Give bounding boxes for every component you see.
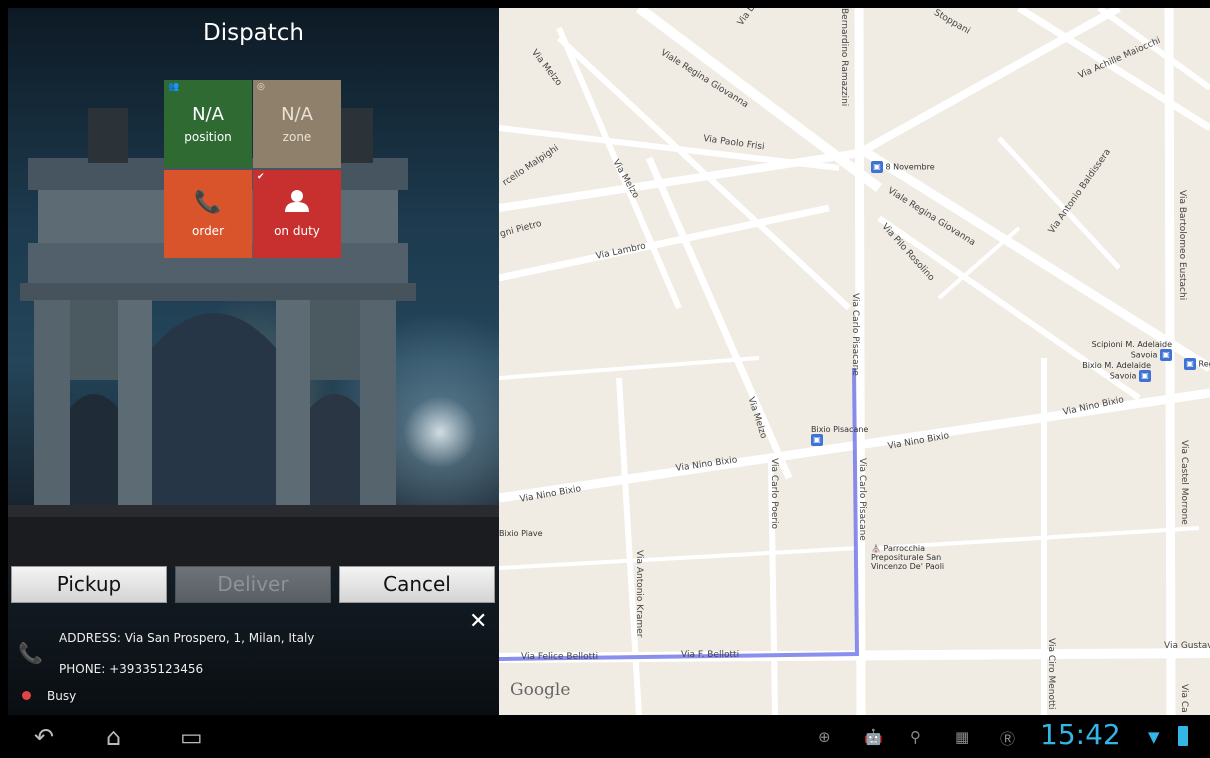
position-label: position [184, 130, 232, 144]
phone-call-icon: 📞 [18, 641, 43, 665]
poi-label: Bixio Pisacane [811, 425, 869, 434]
address-text: ADDRESS: Via San Prospero, 1, Milan, Ita… [59, 631, 315, 645]
order-label: order [192, 224, 224, 238]
recent-apps-icon[interactable]: ▭ [180, 723, 203, 751]
street-label: Via Carlo Pisacane [857, 458, 867, 541]
sd-card-icon: ▦ [955, 728, 970, 746]
location-icon: ⊕ [818, 728, 831, 746]
dispatch-panel: Dispatch 👥 N/A position ◎ N/A zone 📞 ord… [8, 8, 499, 715]
street-label: Via Ca [1179, 684, 1189, 713]
cancel-button[interactable]: Cancel [339, 566, 495, 603]
status-dot-icon [22, 691, 31, 700]
place-label: Bixio Piave [499, 529, 543, 538]
bus-stop-icon: ▣ [811, 434, 823, 446]
on-duty-tile[interactable]: ✔ on duty [253, 170, 341, 258]
clock[interactable]: 15:42 [1040, 718, 1121, 751]
street-label: Via Carlo Pisacane [850, 293, 860, 376]
route-line [499, 367, 860, 661]
poi-label: Parrocchia Prepositurale San Vincenzo De… [871, 544, 945, 571]
android-debug-icon: 🤖 [864, 728, 883, 746]
poi-label: Reg. Adel [1198, 359, 1210, 369]
position-tile[interactable]: 👥 N/A position [164, 80, 252, 168]
deliver-button[interactable]: Deliver [175, 566, 331, 603]
usb-icon: ⚲ [910, 728, 921, 746]
map-view[interactable]: Via Le Stoppani Bernardino Ramazzini Via… [499, 8, 1210, 715]
street-label: Via Ciro Menotti [1046, 638, 1056, 710]
screen: Dispatch 👥 N/A position ◎ N/A zone 📞 ord… [8, 8, 1210, 715]
bus-stop-poi[interactable]: Scipioni M. Adelaide Savoia ▣ [1074, 340, 1172, 361]
bus-stop-poi[interactable]: ▣ 8 Novembre [871, 161, 935, 173]
street-label: Bernardino Ramazzini [839, 8, 849, 107]
bus-stop-icon: ▣ [1184, 358, 1196, 370]
bus-stop-poi[interactable]: ▣ Reg. Adel [1184, 358, 1210, 370]
street-label: Via Gustavo [1164, 641, 1210, 651]
zone-label: zone [282, 130, 312, 144]
back-icon[interactable]: ↶ [34, 723, 54, 751]
battery-icon [1178, 726, 1188, 746]
church-poi[interactable]: ⛪ Parrocchia Prepositurale San Vincenzo … [871, 544, 971, 571]
position-value: N/A [192, 104, 224, 125]
bus-stop-poi[interactable]: Bixio M. Adelaide Savoia ▣ [1059, 361, 1151, 382]
poi-label: 8 Novembre [885, 162, 935, 172]
status-text: Busy [47, 689, 77, 703]
app-r-icon: Ⓡ [1000, 730, 1016, 748]
phone-text: PHONE: +39335123456 [59, 662, 204, 676]
zone-tile[interactable]: ◎ N/A zone [253, 80, 341, 168]
on-duty-label: on duty [274, 224, 320, 238]
users-icon: 👥 [168, 82, 180, 92]
pickup-button[interactable]: Pickup [11, 566, 167, 603]
street-label: Via Carlo Poerio [769, 458, 779, 530]
order-tile[interactable]: 📞 order [164, 170, 252, 258]
bus-stop-icon: ▣ [871, 161, 883, 173]
church-icon: ⛪ [871, 544, 881, 553]
phone-icon: 📞 [194, 190, 222, 215]
wifi-icon: ▼ [1148, 728, 1160, 746]
checkmark-icon: ✔ [257, 172, 265, 182]
bus-stop-poi[interactable]: Bixio Pisacane ▣ [811, 425, 871, 446]
close-icon[interactable]: ✕ [469, 609, 487, 634]
page-title: Dispatch [202, 20, 305, 46]
bus-stop-icon: ▣ [1139, 370, 1151, 382]
bus-stop-icon: ▣ [1160, 349, 1172, 361]
street-label: Via Felice Bellotti [521, 652, 599, 662]
street-label: Via Castel Morrone [1179, 440, 1189, 525]
person-icon [253, 190, 341, 218]
street-label: Via Antonio Kramer [634, 550, 644, 638]
street-label: Via F. Bellotti [681, 650, 740, 660]
home-icon[interactable]: ⌂ [106, 723, 121, 751]
zone-value: N/A [281, 104, 313, 125]
system-bar: ↶ ⌂ ▭ ⊕ 🤖 ⚲ ▦ Ⓡ 15:42 ▼ [0, 715, 1210, 758]
street-label: Via Bartolomeo Eustachi [1177, 190, 1187, 301]
google-logo: Google [510, 680, 571, 700]
target-icon: ◎ [257, 82, 265, 92]
